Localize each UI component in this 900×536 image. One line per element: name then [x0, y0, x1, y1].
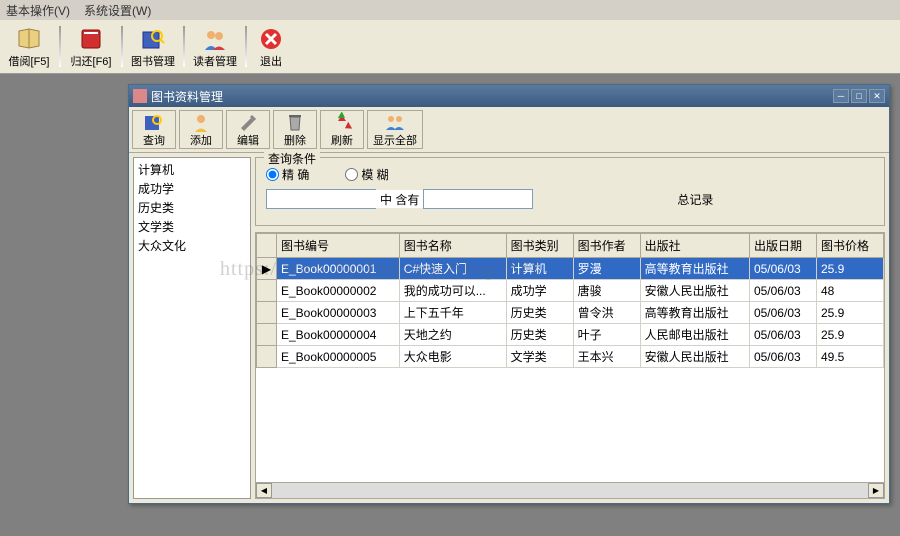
- tree-item[interactable]: 文学类: [136, 217, 248, 236]
- book-search-icon: [139, 25, 167, 53]
- col-price[interactable]: 图书价格: [816, 234, 883, 258]
- book-manage-button[interactable]: 图书管理: [126, 22, 180, 71]
- col-date[interactable]: 出版日期: [749, 234, 816, 258]
- child-toolbar: 查询 添加 编辑 删除 刷新 显示全部: [129, 107, 889, 153]
- row-header: ▶: [257, 258, 277, 280]
- search-icon: [143, 111, 165, 132]
- show-all-button[interactable]: 显示全部: [367, 110, 423, 149]
- users-icon: [201, 25, 229, 53]
- row-header: [257, 280, 277, 302]
- radio-fuzzy[interactable]: 模 糊: [345, 166, 388, 183]
- col-name[interactable]: 图书名称: [399, 234, 506, 258]
- group-icon: [383, 111, 407, 132]
- row-header: [257, 324, 277, 346]
- keyword-input[interactable]: [423, 189, 533, 209]
- horizontal-scrollbar[interactable]: ◀ ▶: [256, 482, 884, 498]
- delete-button[interactable]: 删除: [273, 110, 317, 149]
- book-red-icon: [77, 25, 105, 53]
- query-groupbox: 查询条件 精 确 模 糊 ▼ 中 含有 总记录: [255, 157, 885, 226]
- trash-icon: [284, 111, 306, 132]
- exit-button[interactable]: 退出: [250, 22, 292, 71]
- edit-button[interactable]: 编辑: [226, 110, 270, 149]
- mdi-area: 图书资料管理 ─ □ ✕ 查询 添加 编辑 删除 刷新 显示全部 计算机 成功学…: [0, 74, 900, 536]
- window-title: 图书资料管理: [151, 88, 833, 105]
- field-combo[interactable]: ▼: [266, 189, 376, 209]
- close-icon: [257, 25, 285, 53]
- add-button[interactable]: 添加: [179, 110, 223, 149]
- return-button[interactable]: 归还[F6]: [64, 22, 118, 71]
- scroll-left-icon[interactable]: ◀: [256, 483, 272, 498]
- main-toolbar: 借阅[F5] 归还[F6] 图书管理 读者管理 退出: [0, 20, 900, 74]
- tree-item[interactable]: 成功学: [136, 179, 248, 198]
- row-header: [257, 302, 277, 324]
- tree-item[interactable]: 计算机: [136, 160, 248, 179]
- menu-settings[interactable]: 系统设置(W): [84, 2, 151, 19]
- col-pub[interactable]: 出版社: [640, 234, 749, 258]
- col-cat[interactable]: 图书类别: [506, 234, 573, 258]
- table-row[interactable]: E_Book00000003上下五千年历史类曾令洪高等教育出版社05/06/03…: [257, 302, 884, 324]
- borrow-button[interactable]: 借阅[F5]: [2, 22, 56, 71]
- table-row[interactable]: E_Book00000004天地之约历史类叶子人民邮电出版社05/06/0325…: [257, 324, 884, 346]
- window-icon: [133, 89, 147, 103]
- col-author[interactable]: 图书作者: [573, 234, 640, 258]
- titlebar: 图书资料管理 ─ □ ✕: [129, 85, 889, 107]
- col-id[interactable]: 图书编号: [277, 234, 400, 258]
- menu-basic[interactable]: 基本操作(V): [6, 2, 70, 19]
- tools-icon: [237, 111, 259, 132]
- refresh-button[interactable]: 刷新: [320, 110, 364, 149]
- tree-item[interactable]: 历史类: [136, 198, 248, 217]
- minimize-button[interactable]: ─: [833, 89, 849, 103]
- close-window-button[interactable]: ✕: [869, 89, 885, 103]
- query-button[interactable]: 查询: [132, 110, 176, 149]
- table-row[interactable]: E_Book00000002我的成功可以...成功学唐骏安徽人民出版社05/06…: [257, 280, 884, 302]
- row-header-corner: [257, 234, 277, 258]
- total-label: 总记录: [677, 191, 713, 208]
- table-row[interactable]: ▶E_Book00000001C#快速入门计算机罗漫高等教育出版社05/06/0…: [257, 258, 884, 280]
- maximize-button[interactable]: □: [851, 89, 867, 103]
- reader-manage-button[interactable]: 读者管理: [188, 22, 242, 71]
- category-tree: 计算机 成功学 历史类 文学类 大众文化: [133, 157, 251, 499]
- child-window: 图书资料管理 ─ □ ✕ 查询 添加 编辑 删除 刷新 显示全部 计算机 成功学…: [128, 84, 890, 504]
- row-header: [257, 346, 277, 368]
- radio-exact[interactable]: 精 确: [266, 166, 309, 183]
- tree-item[interactable]: 大众文化: [136, 236, 248, 255]
- table-row[interactable]: E_Book00000005大众电影文学类王本兴安徽人民出版社05/06/034…: [257, 346, 884, 368]
- book-open-icon: [15, 25, 43, 53]
- person-add-icon: [190, 111, 212, 132]
- scroll-right-icon[interactable]: ▶: [868, 483, 884, 498]
- recycle-icon: [331, 111, 353, 132]
- menubar: 基本操作(V) 系统设置(W): [0, 0, 900, 20]
- data-grid: 图书编号 图书名称 图书类别 图书作者 出版社 出版日期 图书价格 ▶E_Boo…: [255, 232, 885, 499]
- query-title: 查询条件: [264, 150, 320, 167]
- contains-label: 中 含有: [380, 191, 419, 208]
